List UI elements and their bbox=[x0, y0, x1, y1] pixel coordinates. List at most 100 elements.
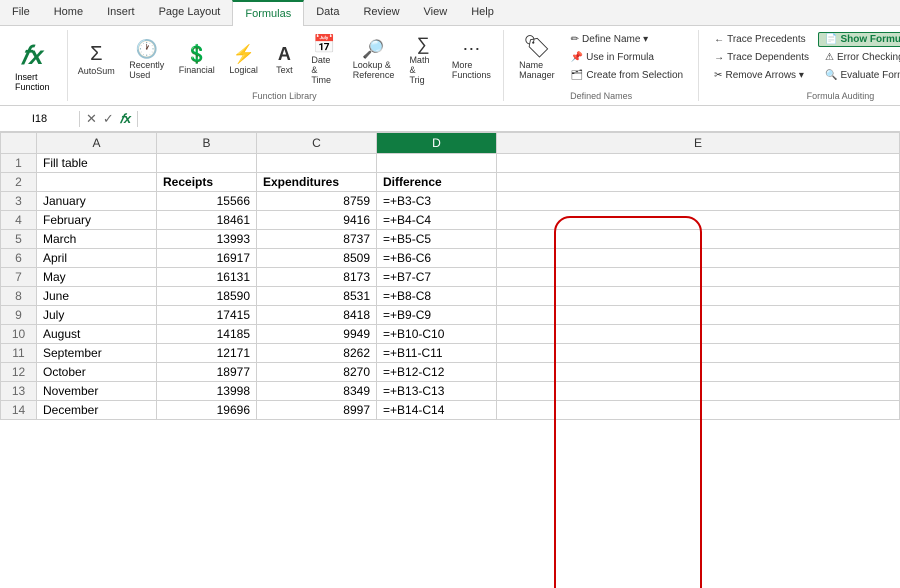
text-button[interactable]: A Text bbox=[266, 40, 302, 79]
cell-b13[interactable]: 13998 bbox=[157, 382, 257, 401]
cell-d11[interactable]: =+B11-C11 bbox=[377, 344, 497, 363]
logical-button[interactable]: ⚡ Logical bbox=[223, 40, 264, 79]
cell-e10[interactable] bbox=[497, 325, 900, 344]
cell-b8[interactable]: 18590 bbox=[157, 287, 257, 306]
cell-c6[interactable]: 8509 bbox=[257, 249, 377, 268]
cell-a9[interactable]: July bbox=[37, 306, 157, 325]
more-functions-button[interactable]: ⋯ MoreFunctions bbox=[446, 35, 497, 84]
tab-help[interactable]: Help bbox=[459, 0, 506, 25]
cell-e3[interactable] bbox=[497, 192, 900, 211]
cell-a3[interactable]: January bbox=[37, 192, 157, 211]
cell-e2[interactable] bbox=[497, 173, 900, 192]
cell-a13[interactable]: November bbox=[37, 382, 157, 401]
cell-e5[interactable] bbox=[497, 230, 900, 249]
cell-e12[interactable] bbox=[497, 363, 900, 382]
cell-c14[interactable]: 8997 bbox=[257, 401, 377, 420]
cell-d1[interactable] bbox=[377, 154, 497, 173]
tab-file[interactable]: File bbox=[0, 0, 42, 25]
cell-b7[interactable]: 16131 bbox=[157, 268, 257, 287]
cell-a10[interactable]: August bbox=[37, 325, 157, 344]
cell-c10[interactable]: 9949 bbox=[257, 325, 377, 344]
cell-e8[interactable] bbox=[497, 287, 900, 306]
cell-e11[interactable] bbox=[497, 344, 900, 363]
cell-d8[interactable]: =+B8-C8 bbox=[377, 287, 497, 306]
tab-data[interactable]: Data bbox=[304, 0, 351, 25]
confirm-icon[interactable]: ✓ bbox=[103, 111, 114, 127]
cell-c12[interactable]: 8270 bbox=[257, 363, 377, 382]
col-header-d[interactable]: D bbox=[377, 133, 497, 154]
col-header-a[interactable]: A bbox=[37, 133, 157, 154]
autosum-button[interactable]: Σ AutoSum bbox=[72, 39, 121, 80]
cell-d13[interactable]: =+B13-C13 bbox=[377, 382, 497, 401]
col-header-e[interactable]: E bbox=[497, 133, 900, 154]
cell-c9[interactable]: 8418 bbox=[257, 306, 377, 325]
col-header-b[interactable]: B bbox=[157, 133, 257, 154]
trace-dependents-button[interactable]: → Trace Dependents bbox=[707, 50, 816, 65]
cell-a1[interactable]: Fill table bbox=[37, 154, 157, 173]
recently-used-button[interactable]: 🕐 RecentlyUsed bbox=[123, 35, 171, 84]
spreadsheet-container[interactable]: A B C D E 1 Fill table bbox=[0, 132, 900, 588]
cell-c13[interactable]: 8349 bbox=[257, 382, 377, 401]
tab-formulas[interactable]: Formulas bbox=[232, 0, 304, 26]
lookup-ref-button[interactable]: 🔎 Lookup &Reference bbox=[347, 35, 401, 84]
cell-d5[interactable]: =+B5-C5 bbox=[377, 230, 497, 249]
cell-c5[interactable]: 8737 bbox=[257, 230, 377, 249]
cell-b14[interactable]: 19696 bbox=[157, 401, 257, 420]
insert-function-button[interactable]: 𝑓x InsertFunction bbox=[6, 35, 59, 97]
cell-b12[interactable]: 18977 bbox=[157, 363, 257, 382]
tab-insert[interactable]: Insert bbox=[95, 0, 147, 25]
cell-c3[interactable]: 8759 bbox=[257, 192, 377, 211]
cell-e9[interactable] bbox=[497, 306, 900, 325]
cell-a7[interactable]: May bbox=[37, 268, 157, 287]
use-in-formula-button[interactable]: 📌 Use in Formula bbox=[564, 50, 690, 65]
evaluate-formula-button[interactable]: 🔍 Evaluate Formula bbox=[818, 68, 900, 83]
cell-b3[interactable]: 15566 bbox=[157, 192, 257, 211]
define-name-button[interactable]: ✏ Define Name ▾ bbox=[564, 32, 690, 47]
name-manager-button[interactable]: 🏷 NameManager bbox=[512, 30, 562, 84]
financial-button[interactable]: 💲 Financial bbox=[173, 40, 222, 79]
show-formulas-button[interactable]: 📄 Show Formulas bbox=[818, 32, 900, 47]
cell-a8[interactable]: June bbox=[37, 287, 157, 306]
cell-d7[interactable]: =+B7-C7 bbox=[377, 268, 497, 287]
cell-d4[interactable]: =+B4-C4 bbox=[377, 211, 497, 230]
cell-c7[interactable]: 8173 bbox=[257, 268, 377, 287]
cell-a14[interactable]: December bbox=[37, 401, 157, 420]
cell-d12[interactable]: =+B12-C12 bbox=[377, 363, 497, 382]
cell-b4[interactable]: 18461 bbox=[157, 211, 257, 230]
name-box[interactable]: I18 bbox=[0, 111, 80, 127]
cell-e14[interactable] bbox=[497, 401, 900, 420]
cell-b10[interactable]: 14185 bbox=[157, 325, 257, 344]
formula-fx-icon[interactable]: 𝑓x bbox=[120, 111, 131, 127]
cell-e13[interactable] bbox=[497, 382, 900, 401]
cancel-icon[interactable]: ✕ bbox=[86, 111, 97, 127]
cell-a2[interactable] bbox=[37, 173, 157, 192]
cell-b2[interactable]: Receipts bbox=[157, 173, 257, 192]
remove-arrows-button[interactable]: ✂ Remove Arrows ▾ bbox=[707, 68, 816, 83]
date-time-button[interactable]: 📅 Date &Time bbox=[304, 30, 344, 89]
cell-c8[interactable]: 8531 bbox=[257, 287, 377, 306]
cell-b6[interactable]: 16917 bbox=[157, 249, 257, 268]
cell-d14[interactable]: =+B14-C14 bbox=[377, 401, 497, 420]
tab-review[interactable]: Review bbox=[351, 0, 411, 25]
error-checking-button[interactable]: ⚠ Error Checking ▾ bbox=[818, 50, 900, 65]
tab-page-layout[interactable]: Page Layout bbox=[147, 0, 233, 25]
cell-d2[interactable]: Difference bbox=[377, 173, 497, 192]
cell-e7[interactable] bbox=[497, 268, 900, 287]
cell-a11[interactable]: September bbox=[37, 344, 157, 363]
cell-e6[interactable] bbox=[497, 249, 900, 268]
trace-precedents-button[interactable]: ← Trace Precedents bbox=[707, 32, 816, 47]
cell-a4[interactable]: February bbox=[37, 211, 157, 230]
tab-home[interactable]: Home bbox=[42, 0, 95, 25]
cell-b1[interactable] bbox=[157, 154, 257, 173]
cell-b5[interactable]: 13993 bbox=[157, 230, 257, 249]
cell-c4[interactable]: 9416 bbox=[257, 211, 377, 230]
cell-a12[interactable]: October bbox=[37, 363, 157, 382]
cell-b9[interactable]: 17415 bbox=[157, 306, 257, 325]
cell-a6[interactable]: April bbox=[37, 249, 157, 268]
create-from-selection-button[interactable]: 🗂 Create from Selection bbox=[564, 68, 690, 83]
math-trig-button[interactable]: ∑ Math &Trig bbox=[402, 30, 443, 89]
cell-d9[interactable]: =+B9-C9 bbox=[377, 306, 497, 325]
cell-d6[interactable]: =+B6-C6 bbox=[377, 249, 497, 268]
cell-a5[interactable]: March bbox=[37, 230, 157, 249]
cell-d10[interactable]: =+B10-C10 bbox=[377, 325, 497, 344]
